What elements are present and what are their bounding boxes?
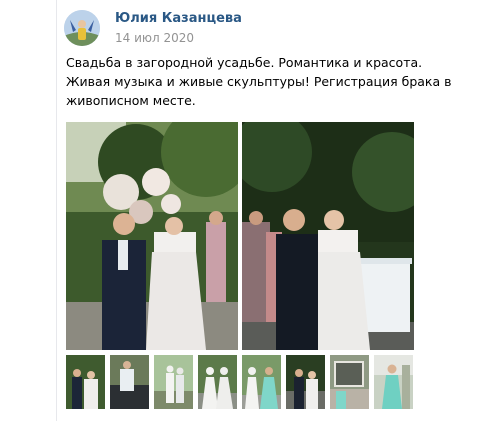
post-date[interactable]: 14 июл 2020 [115,31,194,45]
post-photo-2[interactable] [242,122,414,350]
thumbnail-2[interactable] [110,355,149,409]
author-avatar[interactable] [64,10,100,46]
thumbnail-5[interactable] [242,355,281,409]
post-text-line: Живая музыка и живые скульптуры! Регистр… [66,74,452,89]
thumbnail-3[interactable] [154,355,193,409]
post-text-line: живописном месте. [66,93,196,108]
post-text-line: Свадьба в загородной усадьбе. Романтика … [66,55,423,70]
author-name-link[interactable]: Юлия Казанцева [115,11,242,26]
thumbnail-8[interactable] [374,355,413,409]
post-photo-1[interactable] [66,122,238,350]
wall-post: Юлия Казанцева 14 июл 2020 Свадьба в заг… [62,0,492,421]
photo-thumbnails [66,355,416,409]
thumbnail-6[interactable] [286,355,325,409]
thumbnail-7[interactable] [330,355,369,409]
avatar-icon [64,10,100,46]
post-text: Свадьба в загородной усадьбе. Романтика … [66,53,486,110]
thumbnail-4[interactable] [198,355,237,409]
feed-divider [56,0,57,421]
thumbnail-1[interactable] [66,355,105,409]
